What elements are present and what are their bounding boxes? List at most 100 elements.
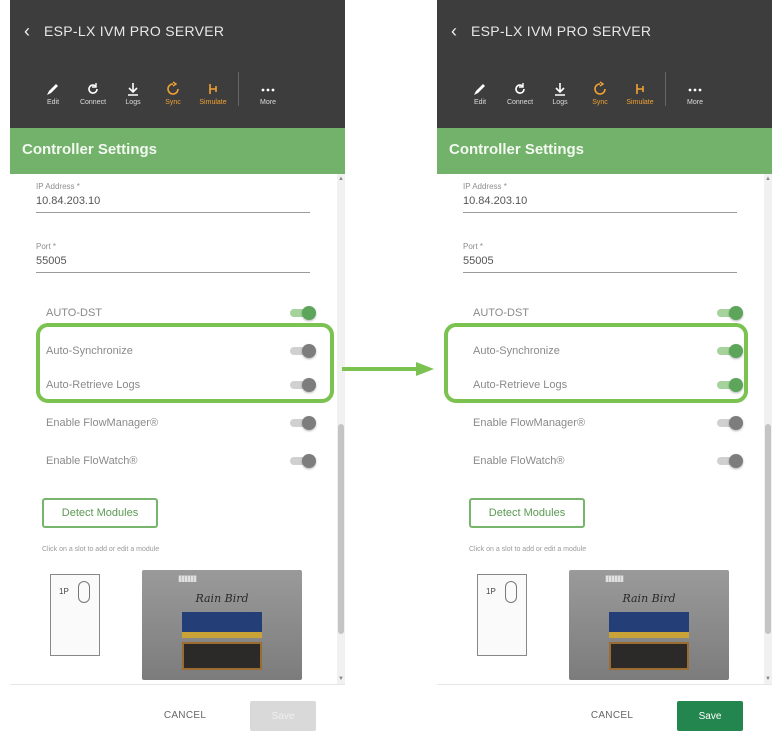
- field-value[interactable]: 10.84.203.10: [463, 195, 737, 212]
- download-icon: [555, 83, 565, 96]
- save-button[interactable]: Save: [250, 701, 316, 731]
- toolbar-label: Logs: [552, 99, 568, 106]
- toolbar-label: Connect: [79, 99, 107, 106]
- cancel-button[interactable]: CANCEL: [577, 705, 647, 725]
- port-field[interactable]: Port * 55005: [463, 242, 737, 273]
- toggle-label: Enable FloWatch®: [473, 455, 565, 467]
- port-field[interactable]: Port * 55005: [36, 242, 310, 273]
- flowatch-toggle[interactable]: [290, 454, 316, 468]
- toolbar-label: Sync: [592, 99, 608, 106]
- simulate-icon: [209, 84, 217, 94]
- screen-after: ‹ ESP-LX IVM PRO SERVER Edit Connect Log…: [437, 0, 772, 741]
- ip-address-field[interactable]: IP Address * 10.84.203.10: [36, 182, 310, 213]
- slot-outline: [505, 581, 517, 603]
- toolbar-logs[interactable]: Logs: [549, 81, 571, 106]
- field-value[interactable]: 10.84.203.10: [36, 195, 310, 212]
- toggle-label: Auto-Synchronize: [46, 345, 133, 357]
- scroll-down-icon[interactable]: ▼: [765, 676, 771, 682]
- scrollbar[interactable]: ▲ ▼: [337, 174, 345, 684]
- toolbar-divider: [238, 72, 239, 106]
- device-terminal: [609, 642, 689, 670]
- toolbar-label: More: [260, 99, 276, 106]
- ip-address-field[interactable]: IP Address * 10.84.203.10: [463, 182, 737, 213]
- toggle-row-flowmanager: Enable FlowManager®: [473, 412, 743, 434]
- toolbar-simulate[interactable]: Simulate: [626, 81, 654, 106]
- toolbar-edit[interactable]: Edit: [42, 81, 64, 106]
- toggle-row-auto-sync: Auto-Synchronize: [46, 340, 316, 362]
- scroll-thumb[interactable]: [338, 424, 344, 634]
- device-display: [609, 612, 689, 632]
- module-hint: Click on a slot to add or edit a module: [42, 546, 160, 553]
- slot-outline: [78, 581, 90, 603]
- settings-content[interactable]: IP Address * 10.84.203.10 Port * 55005 A…: [10, 174, 345, 684]
- toolbar-label: Edit: [46, 99, 60, 106]
- download-icon: [128, 83, 138, 96]
- toolbar-more[interactable]: More: [684, 81, 706, 106]
- device-terminal: [182, 642, 262, 670]
- field-label: Port *: [463, 242, 484, 251]
- toolbar-sync[interactable]: Sync: [589, 81, 611, 106]
- toolbar-connect[interactable]: Connect: [79, 81, 107, 106]
- toolbar-divider: [665, 72, 666, 106]
- toggle-row-auto-logs: Auto-Retrieve Logs: [46, 374, 316, 396]
- auto-retrieve-logs-toggle[interactable]: [717, 378, 743, 392]
- toggle-row-auto-dst: AUTO-DST: [46, 302, 316, 324]
- toolbar: Edit Connect Logs Sync Simulate More: [469, 72, 706, 106]
- action-bar: CANCEL Save: [437, 684, 772, 741]
- arrow-right-icon: [342, 362, 434, 376]
- auto-synchronize-toggle[interactable]: [290, 344, 316, 358]
- auto-synchronize-toggle[interactable]: [717, 344, 743, 358]
- settings-content[interactable]: IP Address * 10.84.203.10 Port * 55005 A…: [437, 174, 772, 684]
- controller-image: IIIIIIIIIIII Rain Bird: [142, 570, 302, 680]
- auto-dst-toggle[interactable]: [717, 306, 743, 320]
- toolbar-connect[interactable]: Connect: [506, 81, 534, 106]
- toggle-row-auto-logs: Auto-Retrieve Logs: [473, 374, 743, 396]
- toolbar-simulate[interactable]: Simulate: [199, 81, 227, 106]
- pencil-icon: [47, 84, 58, 95]
- field-value[interactable]: 55005: [463, 255, 737, 272]
- device-strip: [609, 632, 689, 638]
- flowmanager-toggle[interactable]: [717, 416, 743, 430]
- chevron-left-icon[interactable]: ‹: [24, 22, 30, 40]
- scroll-up-icon[interactable]: ▲: [338, 176, 344, 182]
- scrollbar[interactable]: ▲ ▼: [764, 174, 772, 684]
- toggle-label: Enable FlowManager®: [473, 417, 586, 429]
- refresh-icon: [515, 83, 525, 94]
- field-value[interactable]: 55005: [36, 255, 310, 272]
- page-title: ESP-LX IVM PRO SERVER: [471, 23, 652, 39]
- flowatch-toggle[interactable]: [717, 454, 743, 468]
- save-button[interactable]: Save: [677, 701, 743, 731]
- toolbar-sync[interactable]: Sync: [162, 81, 184, 106]
- module-slot[interactable]: 1P: [50, 574, 100, 656]
- scroll-down-icon[interactable]: ▼: [338, 676, 344, 682]
- module-slot[interactable]: 1P: [477, 574, 527, 656]
- scroll-thumb[interactable]: [765, 424, 771, 634]
- toolbar-logs[interactable]: Logs: [122, 81, 144, 106]
- scroll-up-icon[interactable]: ▲: [765, 176, 771, 182]
- toggle-row-flowatch: Enable FloWatch®: [46, 450, 316, 472]
- flowmanager-toggle[interactable]: [290, 416, 316, 430]
- toolbar-edit[interactable]: Edit: [469, 81, 491, 106]
- toggle-label: AUTO-DST: [473, 307, 530, 319]
- toggle-row-flowatch: Enable FloWatch®: [473, 450, 743, 472]
- toolbar-label: Connect: [506, 99, 534, 106]
- device-strip: [182, 632, 262, 638]
- chevron-left-icon[interactable]: ‹: [451, 22, 457, 40]
- module-hint: Click on a slot to add or edit a module: [469, 546, 587, 553]
- device-display: [182, 612, 262, 632]
- device-pins: IIIIIIIIIIII: [605, 574, 624, 584]
- detect-modules-button[interactable]: Detect Modules: [469, 498, 585, 528]
- toggle-row-flowmanager: Enable FlowManager®: [46, 412, 316, 434]
- toggle-label: Auto-Retrieve Logs: [46, 379, 141, 391]
- auto-retrieve-logs-toggle[interactable]: [290, 378, 316, 392]
- section-header: Controller Settings: [10, 128, 345, 174]
- toolbar-label: More: [687, 99, 703, 106]
- toggle-row-auto-sync: Auto-Synchronize: [473, 340, 743, 362]
- toolbar-more[interactable]: More: [257, 81, 279, 106]
- detect-modules-button[interactable]: Detect Modules: [42, 498, 158, 528]
- auto-dst-toggle[interactable]: [290, 306, 316, 320]
- cancel-button[interactable]: CANCEL: [150, 705, 220, 725]
- controller-image: IIIIIIIIIIII Rain Bird: [569, 570, 729, 680]
- toolbar-label: Logs: [125, 99, 141, 106]
- device-brand: Rain Bird: [195, 592, 249, 605]
